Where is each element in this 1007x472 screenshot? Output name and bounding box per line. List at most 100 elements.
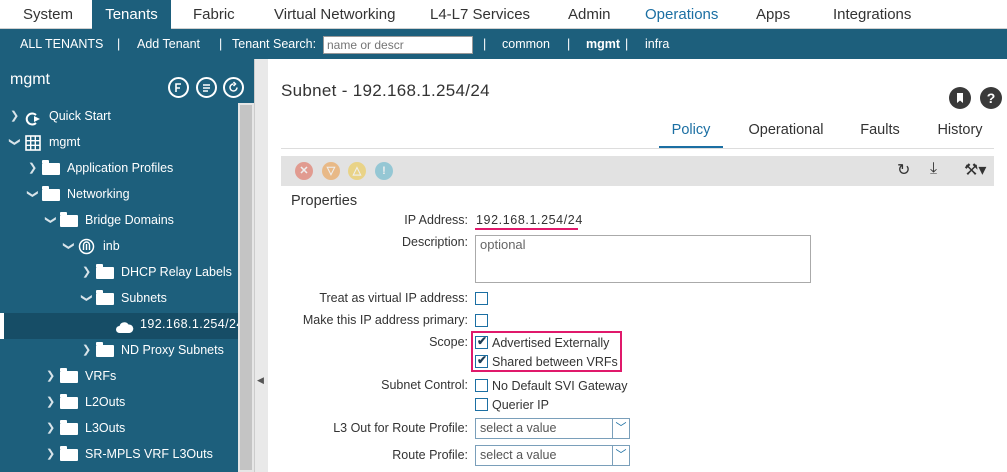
tab-l4-l7-services[interactable]: L4-L7 Services [430,0,530,29]
chevron-down-icon[interactable]: ﹀ [612,445,630,466]
tree-label: Quick Start [49,109,111,123]
tree-label: inb [103,239,120,253]
folder-icon [60,420,78,435]
tree-item-l3outs[interactable]: ❯ L3Outs [0,415,238,441]
warning-fault-icon[interactable]: ! [375,162,393,180]
tab-fabric[interactable]: Fabric [193,0,235,29]
l3out-route-profile-select[interactable]: select a value ﹀ [475,418,630,439]
tab-operations[interactable]: Operations [645,0,718,29]
tab-apps[interactable]: Apps [756,0,790,29]
tree-label: L3Outs [85,421,126,435]
all-tenants-link[interactable]: ALL TENANTS [20,29,103,59]
separator: | [483,37,487,51]
chevron-right-icon[interactable]: ❯ [46,415,55,441]
tree-item-quick-start[interactable]: ❯ Quick Start [0,103,238,129]
major-fault-icon[interactable]: ▽ [322,162,340,180]
tab-system[interactable]: System [23,0,73,29]
tenant-link-infra[interactable]: infra [645,29,669,59]
tree-label: ND Proxy Subnets [121,343,224,357]
querier-ip-label: Querier IP [492,398,549,412]
tenant-search-label: Tenant Search: [232,37,317,51]
tab-history[interactable]: History [932,119,988,149]
chevron-down-icon[interactable]: ﹀ [612,418,630,439]
route-profile-select[interactable]: select a value ﹀ [475,445,630,466]
tab-admin[interactable]: Admin [568,0,611,29]
no-default-svi-gateway-checkbox[interactable] [475,379,488,392]
tools-icon[interactable]: ⚒▾ [964,160,986,180]
tree-label: L2Outs [85,395,126,409]
help-icon[interactable]: ? [980,87,1002,109]
tree-item-l2outs[interactable]: ❯ L2Outs [0,389,238,415]
tree-item-bridge-domains[interactable]: ❯ Bridge Domains [0,207,238,233]
tab-policy[interactable]: Policy [659,119,723,149]
tree-item-subnets[interactable]: ❯ Subnets [0,285,238,311]
tenant-search-input[interactable] [323,36,473,54]
chevron-right-icon[interactable]: ❯ [82,259,91,285]
folder-icon [60,212,78,227]
collapse-arrow-icon[interactable]: ◀ [257,375,264,386]
tree-item-mgmt[interactable]: ❯ mgmt [0,129,238,155]
cloud-icon [115,317,134,337]
tree-label: SR-MPLS VRF L3Outs [85,447,213,461]
folder-icon [60,394,78,409]
chevron-down-icon[interactable]: ❯ [2,137,28,146]
refresh-icon[interactable] [223,77,244,98]
bookmark-icon[interactable] [949,87,971,109]
tree-label: Networking [67,187,130,201]
tree-label: DHCP Relay Labels [121,265,232,279]
advertised-externally-checkbox[interactable] [475,334,488,349]
tree-item-sr-mpls-vrf-l3outs[interactable]: ❯ SR-MPLS VRF L3Outs [0,441,238,467]
tenant-link-mgmt[interactable]: mgmt [586,29,620,59]
add-tenant-link[interactable]: Add Tenant [137,29,200,59]
shared-between-vrfs-checkbox[interactable] [475,353,488,368]
chevron-right-icon[interactable]: ❯ [46,441,55,467]
tree-item-vrfs[interactable]: ❯ VRFs [0,363,238,389]
tenant-list-icon[interactable] [196,77,217,98]
description-field[interactable]: optional [475,235,811,283]
folder-icon [96,342,114,357]
chevron-right-icon[interactable]: ❯ [28,155,37,181]
refresh-icon[interactable]: ↻ [897,160,910,180]
tenant-summary-icon[interactable] [168,77,189,98]
sidebar-scroll-thumb[interactable] [240,105,252,470]
tree-item-networking[interactable]: ❯ Networking [0,181,238,207]
tab-tenants[interactable]: Tenants [92,0,171,29]
page-title: Subnet - 192.168.1.254/24 [281,81,490,100]
detail-tabs: Policy Operational Faults History [268,119,1007,149]
tab-virtual-networking[interactable]: Virtual Networking [274,0,395,29]
chevron-right-icon[interactable]: ❯ [10,103,19,129]
tenant-subnav: ALL TENANTS | Add Tenant | Tenant Search… [0,29,1007,59]
separator: | [625,37,629,51]
shared-between-vrfs-label: Shared between VRFs [492,355,618,369]
querier-ip-checkbox[interactable] [475,398,488,411]
chevron-right-icon[interactable]: ❯ [46,389,55,415]
scope-label: Scope: [429,335,468,349]
tree-label: Bridge Domains [85,213,174,227]
panel-splitter[interactable]: ◀ [254,59,268,472]
ip-address-label: IP Address: [404,213,468,227]
tab-faults[interactable]: Faults [855,119,905,149]
folder-icon [60,446,78,461]
tab-operational[interactable]: Operational [744,119,828,149]
primary-ip-checkbox[interactable] [475,314,488,327]
minor-fault-icon[interactable]: △ [348,162,366,180]
tab-integrations[interactable]: Integrations [833,0,911,29]
tree-item-nd-proxy-subnets[interactable]: ❯ ND Proxy Subnets [0,337,238,363]
top-nav: System Tenants Fabric Virtual Networking… [0,0,1007,29]
tree-item-subnet-192-168-1-254[interactable]: 192.168.1.254/24 [0,311,238,337]
critical-fault-icon[interactable]: ✕ [295,162,313,180]
folder-icon [42,186,60,201]
chevron-right-icon[interactable]: ❯ [82,337,91,363]
download-icon[interactable]: ⤓ [930,160,937,178]
ip-address-value: 192.168.1.254/24 [476,213,583,227]
navigation-sidebar: mgmt ❯ Quick Start ❯ mgmt ❯ Application … [0,59,254,472]
chevron-right-icon[interactable]: ❯ [46,363,55,389]
virtual-ip-checkbox[interactable] [475,292,488,305]
tree-item-dhcp-relay-labels[interactable]: ❯ DHCP Relay Labels [0,259,238,285]
separator: | [117,37,121,51]
folder-icon [96,264,114,279]
tree-item-inb[interactable]: ❯ inb [0,233,238,259]
tree-item-application-profiles[interactable]: ❯ Application Profiles [0,155,238,181]
l3out-route-profile-label: L3 Out for Route Profile: [333,421,468,435]
tenant-link-common[interactable]: common [502,29,550,59]
